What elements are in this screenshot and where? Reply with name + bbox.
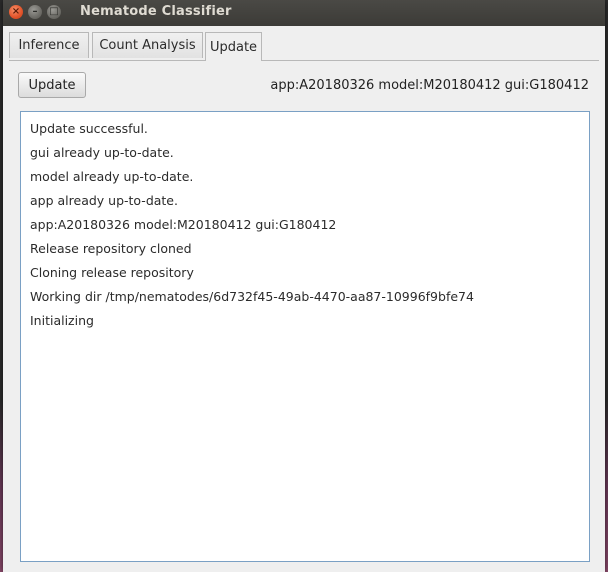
version-label: app:A20180326 model:M20180412 gui:G18041… — [270, 78, 589, 93]
update-button[interactable]: Update — [18, 72, 86, 98]
app-window: × – □ Nematode Classifier Inference Coun… — [3, 0, 605, 572]
title-bar[interactable]: × – □ Nematode Classifier — [3, 0, 605, 26]
minimize-icon[interactable]: – — [28, 5, 42, 19]
tab-inference[interactable]: Inference — [9, 32, 89, 58]
tab-bar: Inference Count Analysis Update — [9, 32, 599, 61]
log-line: app already up-to-date. — [30, 193, 178, 208]
log-line: app:A20180326 model:M20180412 gui:G18041… — [30, 217, 337, 232]
log-line: Update successful. — [30, 121, 148, 136]
close-icon[interactable]: × — [9, 5, 23, 19]
update-log-textarea[interactable]: Update successful. gui already up-to-dat… — [20, 111, 590, 562]
log-line: model already up-to-date. — [30, 169, 194, 184]
log-line: Release repository cloned — [30, 241, 192, 256]
log-line: gui already up-to-date. — [30, 145, 174, 160]
maximize-icon[interactable]: □ — [47, 5, 61, 19]
log-line: Working dir /tmp/nematodes/6d732f45-49ab… — [30, 289, 474, 304]
tab-count-analysis[interactable]: Count Analysis — [92, 32, 203, 58]
log-line: Cloning release repository — [30, 265, 194, 280]
window-title: Nematode Classifier — [80, 4, 232, 19]
log-line: Initializing — [30, 313, 94, 328]
tab-update[interactable]: Update — [205, 32, 262, 61]
